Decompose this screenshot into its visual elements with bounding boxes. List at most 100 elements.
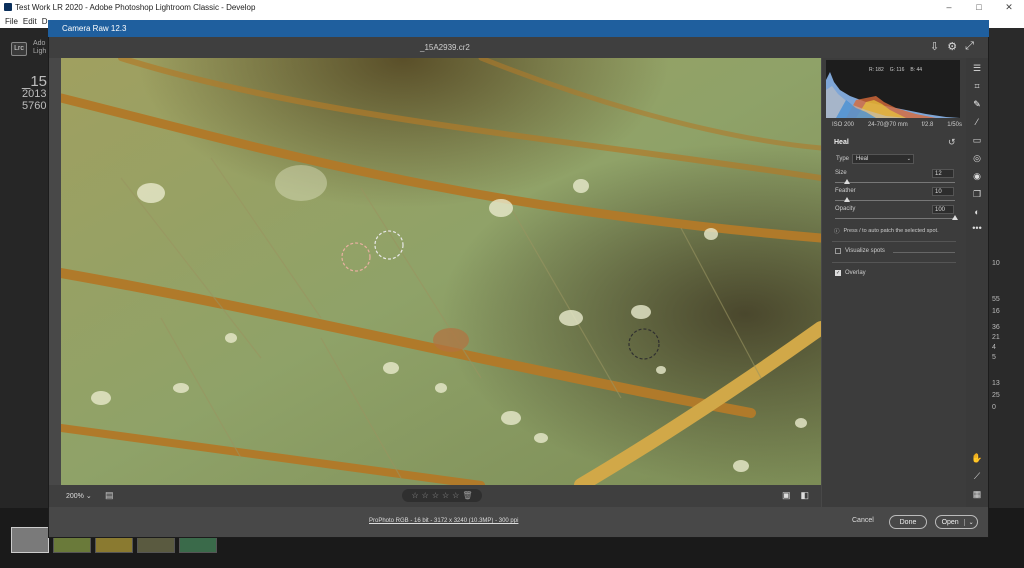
b-value: B: 44 — [910, 67, 923, 73]
size-slider-thumb[interactable] — [844, 179, 850, 184]
lightroom-logo-text: Ado Ligh — [33, 40, 46, 56]
lens: 24-70@70 mm — [867, 122, 908, 128]
brush-icon[interactable]: ⁄ — [971, 116, 983, 128]
zoom-value: 200% — [66, 493, 84, 500]
feather-slider[interactable] — [835, 200, 955, 201]
photo-date: 2013 — [22, 88, 47, 100]
size-slider[interactable] — [835, 182, 955, 183]
crop-icon[interactable]: ⌗ — [971, 80, 983, 92]
opacity-value[interactable]: 100 — [932, 205, 954, 214]
single-view-icon[interactable]: ▣ — [782, 490, 791, 501]
done-button[interactable]: Done — [889, 515, 927, 529]
visualize-spots-toggle[interactable]: Visualize spots — [835, 248, 885, 254]
shutter: 1/50s — [947, 122, 962, 128]
snapshots-icon[interactable]: ❐ — [971, 188, 983, 200]
menu-file[interactable]: File — [5, 17, 18, 26]
right-value: 25 — [992, 392, 1000, 399]
type-label: Type — [836, 156, 850, 162]
right-value: 21 — [992, 334, 1000, 341]
heal-icon[interactable]: ✎ — [971, 98, 983, 110]
save-icon[interactable]: ⇩ — [930, 40, 939, 53]
grid-icon[interactable]: ▦ — [971, 488, 983, 500]
open-button[interactable]: Open ⌄ — [935, 515, 978, 529]
color-sampler-icon[interactable]: ⟋ — [971, 470, 983, 482]
feather-label: Feather — [835, 188, 856, 194]
logo-line-2: Ligh — [33, 48, 47, 55]
right-value: 10 — [992, 260, 1000, 267]
right-value: 5 — [992, 354, 996, 361]
workflow-options-link[interactable]: ProPhoto RGB - 16 bit - 3172 x 3240 (10.… — [369, 518, 518, 524]
g-value: G: 116 — [889, 67, 905, 73]
feather-slider-thumb[interactable] — [844, 197, 850, 202]
minimize-icon[interactable]: – — [934, 2, 964, 13]
overlay-label: Overlay — [845, 270, 866, 276]
presets-icon[interactable]: ◐ — [971, 206, 983, 218]
lightroom-photo-info: _15 2013 5760 — [22, 73, 48, 112]
feather-value[interactable]: 10 — [932, 187, 954, 196]
chevron-down-icon[interactable]: ⌄ — [965, 519, 977, 526]
overlay-checkbox[interactable]: ✓ — [835, 270, 841, 276]
right-value: 13 — [992, 380, 1000, 387]
gear-icon[interactable]: ⚙ — [947, 40, 957, 53]
star-icon[interactable]: ☆ — [411, 491, 418, 500]
opacity-label: Opacity — [835, 206, 856, 212]
star-icon[interactable]: ☆ — [452, 491, 459, 500]
opacity-slider-thumb[interactable] — [952, 215, 958, 220]
before-after-icon[interactable]: ◧ — [801, 490, 810, 501]
reset-icon[interactable]: ↺ — [948, 137, 956, 148]
info-icon: ⓘ — [834, 229, 840, 235]
star-icon[interactable]: ☆ — [432, 491, 439, 500]
auto-patch-hint: ⓘ Press / to auto patch the selected spo… — [834, 226, 954, 236]
star-icon[interactable]: ☆ — [422, 491, 429, 500]
filmstrip-thumbnail[interactable] — [11, 527, 49, 553]
right-value: 16 — [992, 308, 1000, 315]
star-icon[interactable]: ☆ — [442, 491, 449, 500]
camera-raw-footer — [49, 507, 988, 537]
size-label: Size — [835, 170, 847, 176]
trash-icon[interactable]: 🗑 — [462, 491, 472, 500]
photo-size: 5760 — [22, 100, 47, 112]
chevron-down-icon: ⌄ — [906, 156, 911, 162]
film-strip-icon[interactable]: ▤ — [105, 490, 114, 501]
camera-raw-titlebar: Camera Raw 12.3 — [48, 20, 989, 37]
leaf-photo — [61, 58, 821, 485]
filename: _15A2939.cr2 — [420, 43, 470, 52]
hand-icon[interactable]: ✋ — [971, 452, 983, 464]
radial-gradient-icon[interactable]: ◎ — [971, 152, 983, 164]
more-icon[interactable]: ••• — [971, 222, 983, 234]
opacity-slider[interactable] — [835, 218, 955, 219]
menu-edit[interactable]: Edit — [23, 17, 37, 26]
close-icon[interactable]: ✕ — [994, 2, 1024, 13]
type-value: Heal — [856, 156, 869, 162]
header-icons: ⇩ ⚙ ⤢ — [930, 40, 974, 53]
redeye-icon[interactable]: ◉ — [971, 170, 983, 182]
menu-develop[interactable]: D — [42, 17, 48, 26]
lightroom-titlebar: Test Work LR 2020 - Adobe Photoshop Ligh… — [0, 0, 1024, 14]
size-value[interactable]: 12 — [932, 169, 954, 178]
right-value: 0 — [992, 404, 996, 411]
visualize-slider[interactable] — [893, 252, 955, 253]
open-label: Open — [936, 518, 966, 526]
maximize-icon[interactable]: □ — [964, 2, 994, 13]
photo-name: _15 — [22, 73, 48, 90]
lightroom-right-panel: 10 55 16 36 21 4 5 13 25 0 — [984, 28, 1024, 538]
rating-bar: ☆ ☆ ☆ ☆ ☆ 🗑 — [402, 489, 482, 502]
divider — [832, 262, 956, 263]
edit-sliders-icon[interactable]: ☰ — [971, 62, 983, 74]
overlay-toggle[interactable]: ✓ Overlay — [835, 270, 866, 276]
right-value: 36 — [992, 324, 1000, 331]
visualize-checkbox[interactable] — [835, 248, 841, 254]
camera-raw-title: Camera Raw 12.3 — [62, 24, 127, 33]
linear-gradient-icon[interactable]: ▭ — [971, 134, 983, 146]
type-select[interactable]: Heal ⌄ — [852, 154, 914, 164]
image-preview[interactable] — [61, 58, 821, 485]
zoom-select[interactable]: 200% ⌄ — [66, 492, 92, 500]
iso: ISO 200 — [832, 122, 855, 128]
cancel-button[interactable]: Cancel — [852, 517, 874, 524]
fullscreen-icon[interactable]: ⤢ — [965, 40, 974, 53]
heal-panel-title: Heal — [834, 139, 849, 146]
right-value: 4 — [992, 344, 996, 351]
chevron-down-icon: ⌄ — [85, 493, 92, 500]
logo-line-1: Ado — [33, 40, 46, 47]
hint-text: Press / to auto patch the selected spot. — [843, 228, 939, 234]
